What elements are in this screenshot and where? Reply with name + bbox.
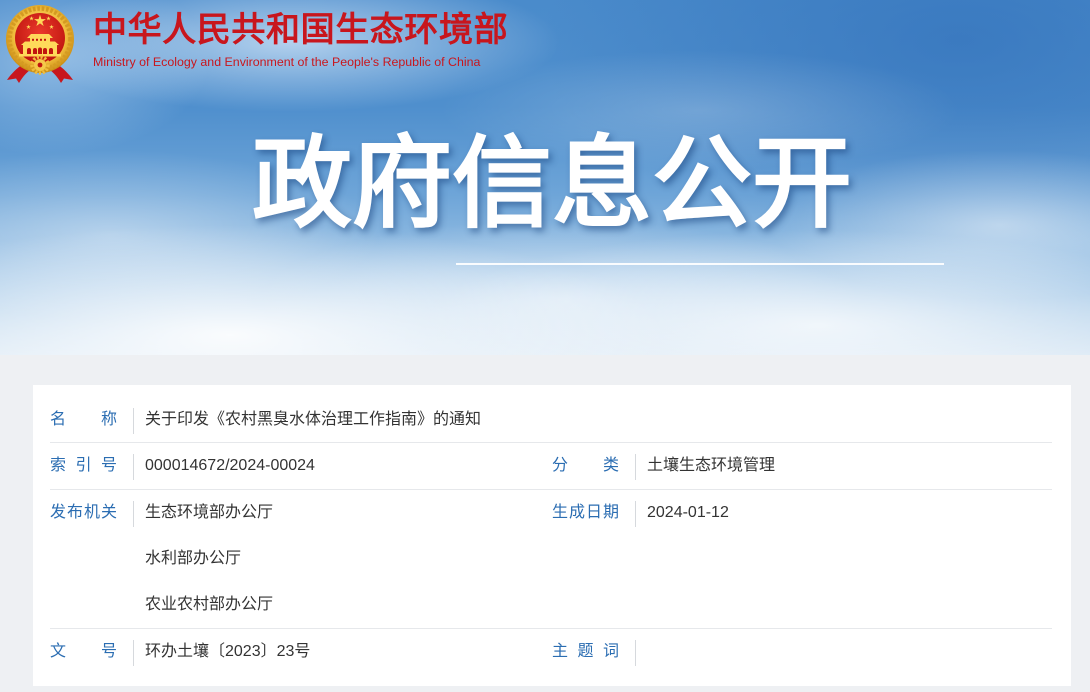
- index-no-value: 000014672/2024-00024: [145, 443, 315, 489]
- issuer-item: 水利部办公厅: [145, 550, 242, 567]
- info-row: 索 引 号 000014672/2024-00024 分 类 土壤生态环境管理: [50, 443, 1052, 490]
- category-cell: 分 类 土壤生态环境管理: [552, 443, 1052, 489]
- info-row: 名 称 关于印发《农村黑臭水体治理工作指南》的通知: [50, 397, 1052, 443]
- banner: 中华人民共和国生态环境部 Ministry of Ecology and Env…: [0, 0, 1090, 355]
- info-row: 发布机关 生态环境部办公厅 水利部办公厅 农业农村部办公厅 生成日期 2024-…: [50, 490, 1052, 629]
- keywords-cell: 主 题 词: [552, 629, 1052, 675]
- title-value: 关于印发《农村黑臭水体治理工作指南》的通知: [145, 397, 481, 443]
- national-emblem-icon: [4, 3, 76, 83]
- doc-no-cell: 文 号 环办土壤〔2023〕23号: [50, 629, 552, 675]
- title-text: 关于印发《农村黑臭水体治理工作指南》的通知: [145, 411, 482, 428]
- divider: [635, 454, 636, 480]
- doc-no-value: 环办土壤〔2023〕23号: [145, 629, 310, 675]
- date-label: 生成日期: [552, 504, 619, 521]
- issuer-label: 发布机关: [50, 504, 117, 521]
- category-label: 分 类: [552, 457, 619, 474]
- info-rows: 名 称 关于印发《农村黑臭水体治理工作指南》的通知 索 引 号 00001467…: [50, 397, 1052, 675]
- heading-underline: [456, 263, 944, 265]
- divider: [133, 454, 134, 480]
- site-title-cn: 中华人民共和国生态环境部: [93, 11, 509, 49]
- issuer-item: 生态环境部办公厅: [145, 504, 274, 521]
- doc-no-label: 文 号: [50, 643, 117, 660]
- divider: [133, 640, 134, 666]
- site-logo-link[interactable]: 中华人民共和国生态环境部 Ministry of Ecology and Env…: [0, 0, 530, 88]
- date-cell: 生成日期 2024-01-12: [552, 490, 1052, 628]
- page-heading: 政府信息公开: [252, 128, 852, 240]
- info-table: 名 称 关于印发《农村黑臭水体治理工作指南》的通知 索 引 号 00001467…: [33, 385, 1071, 686]
- divider: [133, 408, 134, 434]
- title-cell: 名 称 关于印发《农村黑臭水体治理工作指南》的通知: [50, 397, 552, 442]
- index-no-text: 000014672/2024-00024: [145, 457, 315, 474]
- divider: [635, 640, 636, 666]
- date-value: 2024-01-12: [647, 490, 729, 536]
- index-no-cell: 索 引 号 000014672/2024-00024: [50, 443, 552, 489]
- category-text: 土壤生态环境管理: [647, 457, 776, 474]
- date-text: 2024-01-12: [647, 504, 729, 521]
- divider: [635, 501, 636, 527]
- title-label: 名 称: [50, 411, 117, 428]
- index-no-label: 索 引 号: [50, 457, 117, 474]
- issuer-value: 生态环境部办公厅 水利部办公厅 农业农村部办公厅: [145, 490, 273, 628]
- site-title-en: Ministry of Ecology and Environment of t…: [93, 55, 481, 69]
- issuer-cell: 发布机关 生态环境部办公厅 水利部办公厅 农业农村部办公厅: [50, 490, 552, 628]
- issuer-item: 农业农村部办公厅: [145, 596, 274, 613]
- category-value: 土壤生态环境管理: [647, 443, 775, 489]
- divider: [133, 501, 134, 527]
- info-row: 文 号 环办土壤〔2023〕23号 主 题 词: [50, 629, 1052, 675]
- doc-no-text: 环办土壤〔2023〕23号: [145, 643, 311, 660]
- keywords-label: 主 题 词: [552, 643, 619, 660]
